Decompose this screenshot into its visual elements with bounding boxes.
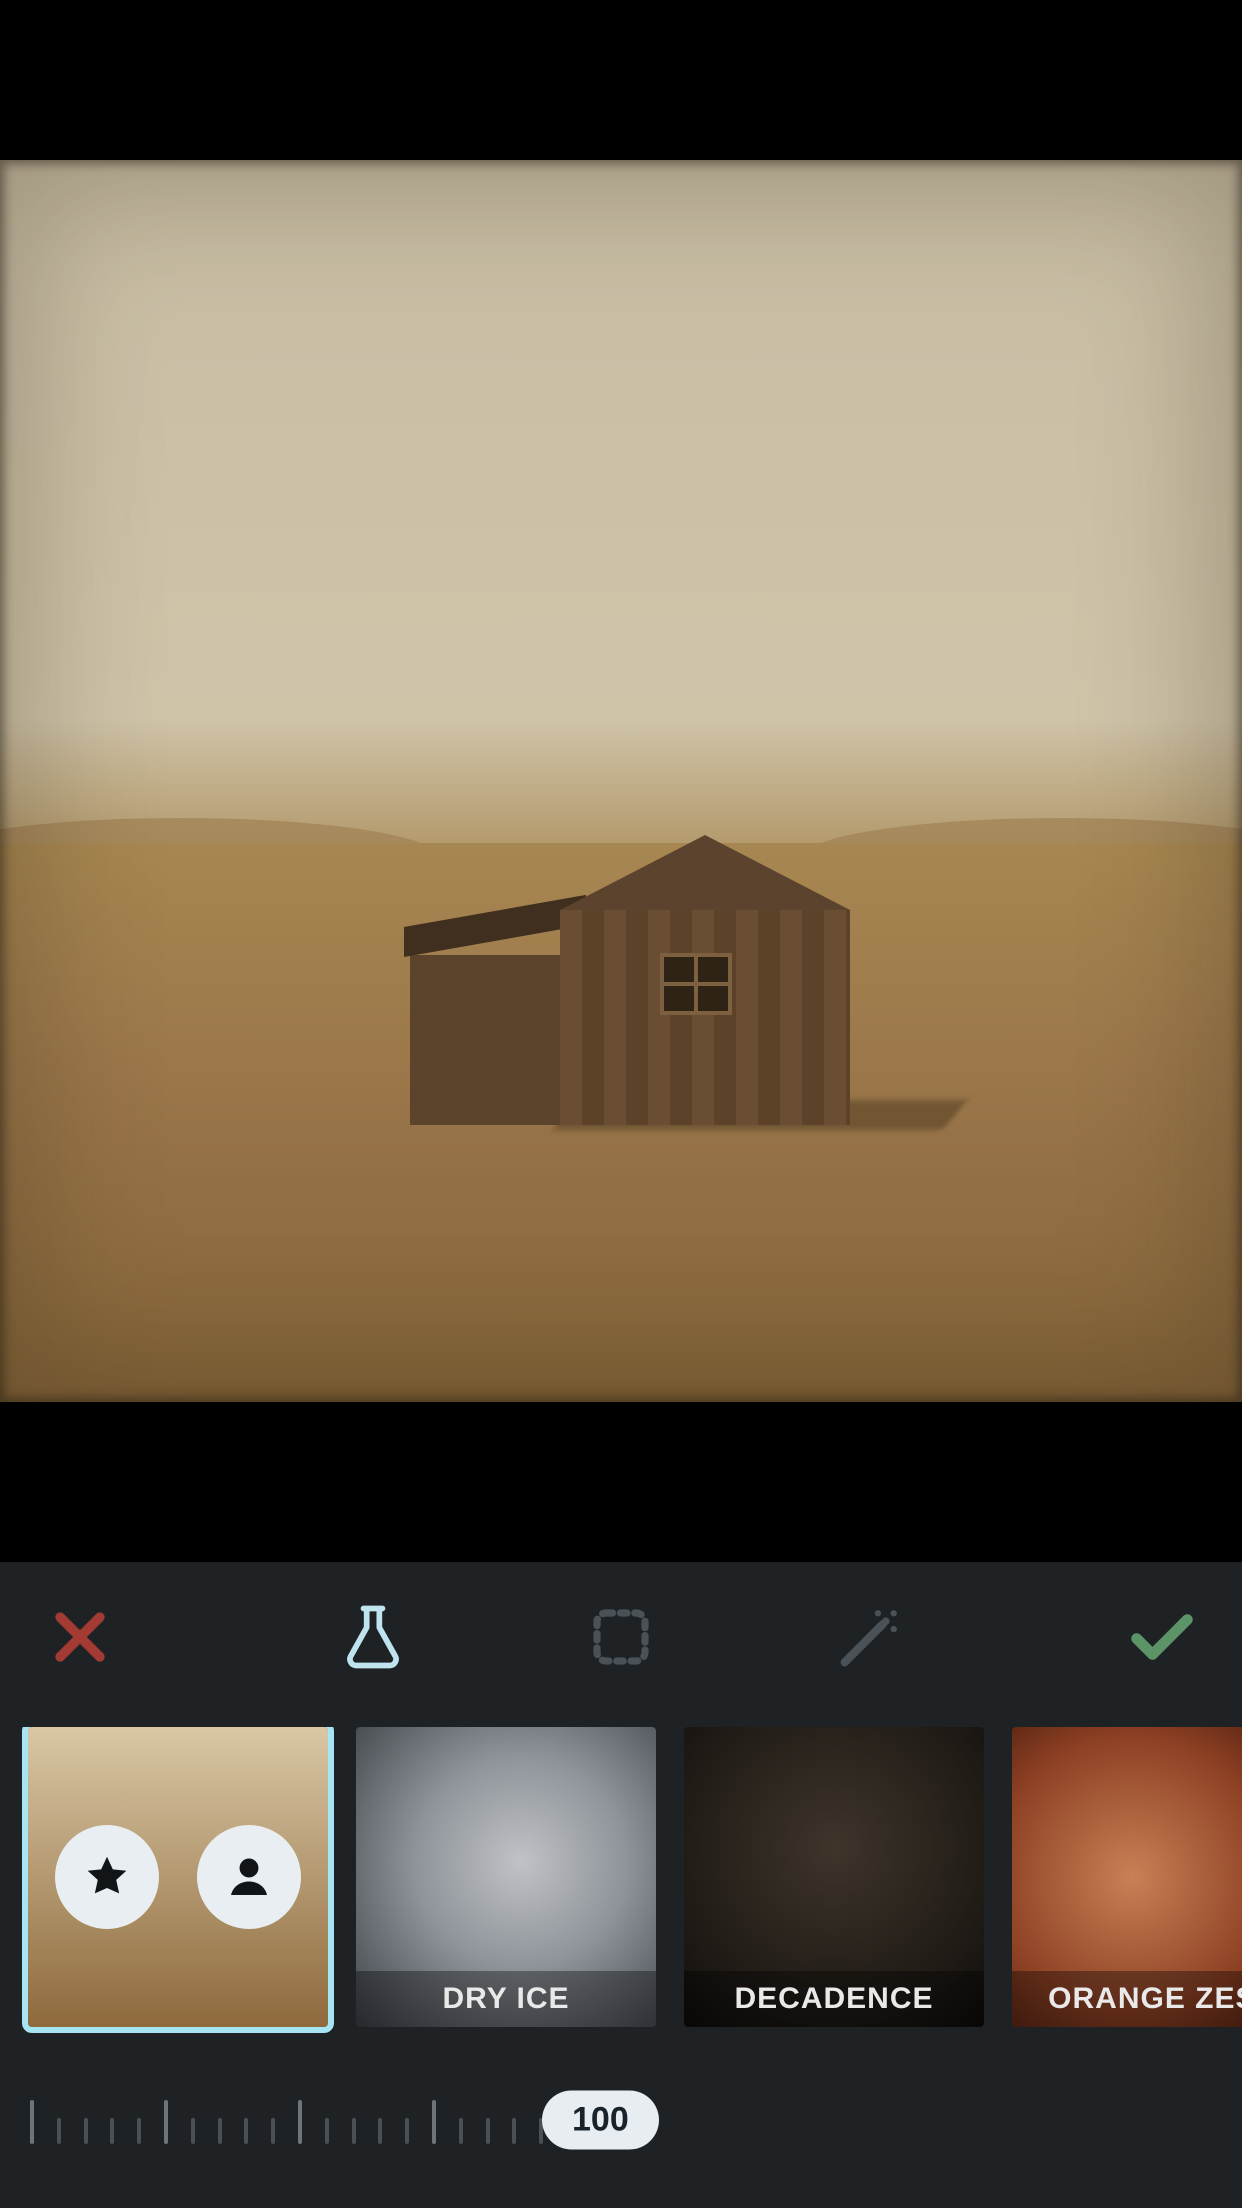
slider-tick [244,2118,248,2144]
check-icon [1124,1599,1200,1675]
slider-tick [432,2100,436,2144]
formulas-tab[interactable] [335,1599,411,1675]
my-formulas-button[interactable] [197,1825,301,1929]
photo-preview[interactable] [0,160,1242,1402]
slider-tick [191,2118,195,2144]
slider-tick [137,2118,141,2144]
filter-tile-originals[interactable] [28,1727,328,2027]
slider-tick [57,2118,61,2144]
star-icon [80,1850,134,1904]
slider-tick [486,2118,490,2144]
filter-label: DECADENCE [684,1971,984,2027]
slider-tick [30,2100,34,2144]
magic-tab[interactable] [832,1599,908,1675]
slider-tick [352,2118,356,2144]
filter-tile-decadence[interactable]: DECADENCE [684,1727,984,2027]
filter-tile-dry-ice[interactable]: DRY ICE [356,1727,656,2027]
slider-tick [512,2118,516,2144]
slider-tick [110,2118,114,2144]
editor-panel: DRY ICE DECADENCE ORANGE ZEST 100 [0,1562,1242,2208]
filter-tile-orange-zest[interactable]: ORANGE ZEST [1012,1727,1242,2027]
frame-icon [585,1601,657,1673]
filter-label: ORANGE ZEST [1012,1971,1242,2027]
favorites-button[interactable] [55,1825,159,1929]
slider-track[interactable] [30,2098,570,2158]
frames-tab[interactable] [585,1601,657,1673]
toolbar [0,1582,1242,1692]
wand-icon [832,1599,908,1675]
close-icon [46,1603,114,1671]
slider-tick [378,2118,382,2144]
slider-tick [325,2118,329,2144]
preview-decoration [410,860,850,1125]
strength-slider[interactable]: 100 [0,2088,1242,2168]
person-icon [222,1850,276,1904]
filter-strip[interactable]: DRY ICE DECADENCE ORANGE ZEST [0,1727,1242,2047]
slider-tick [405,2118,409,2144]
confirm-button[interactable] [1082,1599,1242,1675]
slider-tick [164,2100,168,2144]
slider-tick [298,2100,302,2144]
slider-tick [84,2118,88,2144]
slider-tick [459,2118,463,2144]
filter-label: DRY ICE [356,1971,656,2027]
slider-tick [271,2118,275,2144]
slider-value-pill[interactable]: 100 [542,2091,659,2150]
cancel-button[interactable] [0,1603,160,1671]
slider-tick [218,2118,222,2144]
flask-icon [335,1599,411,1675]
